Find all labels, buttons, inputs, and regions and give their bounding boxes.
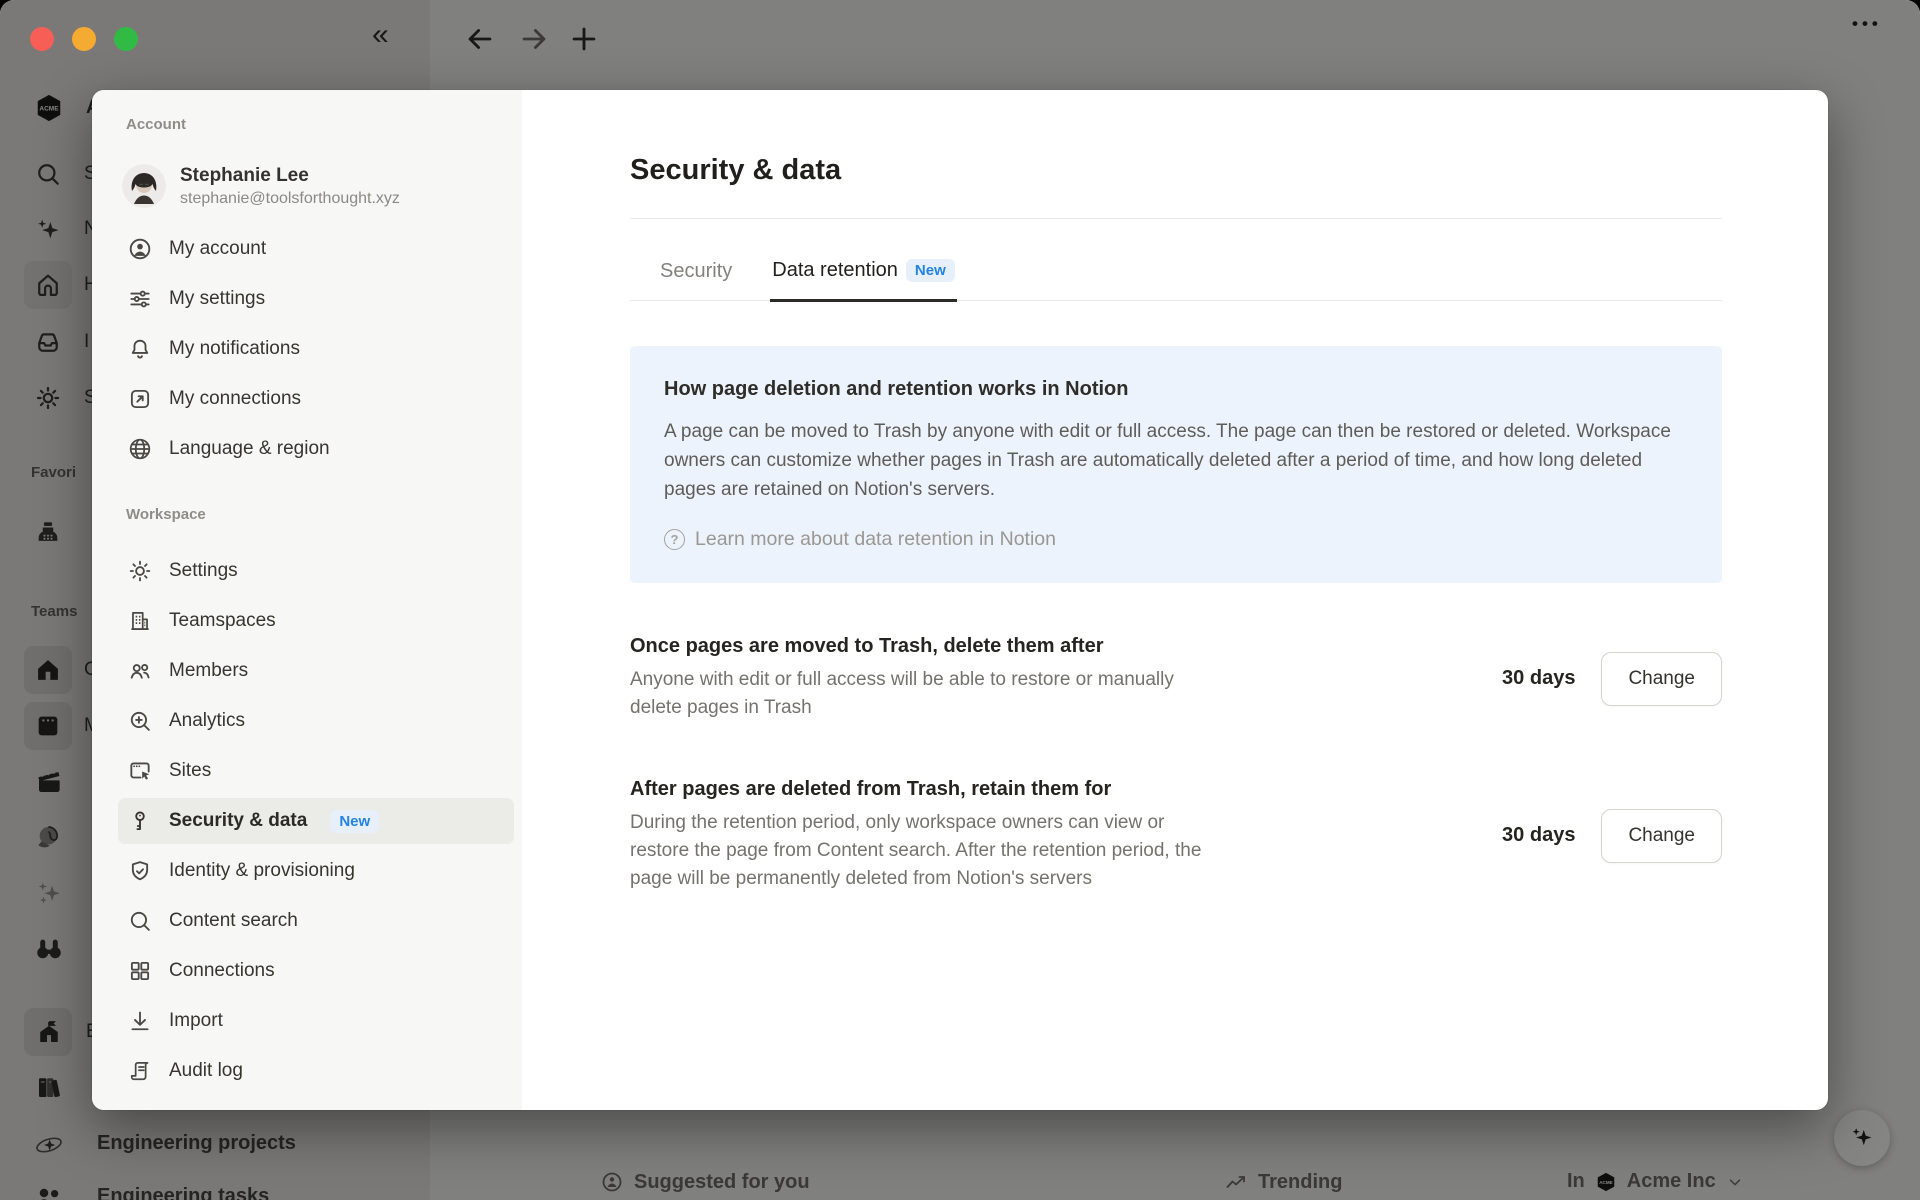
globe-icon bbox=[126, 435, 154, 463]
sidebar-item-teamspaces[interactable]: Teamspaces bbox=[118, 598, 514, 644]
sidebar-item-sites[interactable]: Sites bbox=[118, 748, 514, 794]
close-window-button[interactable] bbox=[30, 27, 54, 51]
settings-sidebar: Account Stephanie Lee stephanie@toolsfor… bbox=[92, 90, 522, 1110]
download-arrow-icon bbox=[126, 1007, 154, 1035]
tab-bar: Security Data retention New bbox=[630, 219, 1722, 301]
change-button[interactable]: Change bbox=[1601, 809, 1722, 863]
trash-deletion-setting: Once pages are moved to Trash, delete th… bbox=[630, 635, 1722, 722]
workspace-section-label: Workspace bbox=[118, 506, 514, 530]
avatar bbox=[122, 164, 166, 208]
bell-icon bbox=[126, 335, 154, 363]
new-badge: New bbox=[906, 259, 955, 282]
setting-value: 30 days bbox=[1502, 667, 1575, 690]
setting-title: Once pages are moved to Trash, delete th… bbox=[630, 635, 1482, 658]
sliders-icon bbox=[126, 285, 154, 313]
settings-content: Security & data Security Data retention … bbox=[522, 90, 1828, 1110]
sidebar-item-analytics[interactable]: Analytics bbox=[118, 698, 514, 744]
sidebar-item-settings[interactable]: Settings bbox=[118, 548, 514, 594]
page-title: Security & data bbox=[630, 150, 1722, 190]
person-circle-icon bbox=[126, 235, 154, 263]
sidebar-item-my-account[interactable]: My account bbox=[118, 226, 514, 272]
sidebar-item-my-connections[interactable]: My connections bbox=[118, 376, 514, 422]
zoom-window-button[interactable] bbox=[114, 27, 138, 51]
sidebar-item-members[interactable]: Members bbox=[118, 648, 514, 694]
browser-cursor-icon bbox=[126, 757, 154, 785]
new-badge: New bbox=[330, 810, 379, 833]
sidebar-item-import[interactable]: Import bbox=[118, 998, 514, 1044]
grid-icon bbox=[126, 957, 154, 985]
key-icon bbox=[126, 807, 154, 835]
people-icon bbox=[126, 657, 154, 685]
notion-window: « ••• ACME A S N bbox=[0, 0, 1920, 1200]
sidebar-item-identity-provisioning[interactable]: Identity & provisioning bbox=[118, 848, 514, 894]
sidebar-item-security-data[interactable]: Security & data New bbox=[118, 798, 514, 844]
tab-security[interactable]: Security bbox=[658, 219, 734, 300]
gear-icon bbox=[126, 557, 154, 585]
user-email: stephanie@toolsforthought.xyz bbox=[180, 188, 400, 209]
info-box-title: How page deletion and retention works in… bbox=[664, 378, 1688, 401]
setting-value: 30 days bbox=[1502, 824, 1575, 847]
user-name: Stephanie Lee bbox=[180, 163, 400, 188]
settings-dialog: Account Stephanie Lee stephanie@toolsfor… bbox=[92, 90, 1828, 1110]
tab-data-retention[interactable]: Data retention New bbox=[770, 219, 956, 302]
change-button[interactable]: Change bbox=[1601, 652, 1722, 706]
account-section-label: Account bbox=[118, 116, 514, 140]
learn-more-link[interactable]: ? Learn more about data retention in Not… bbox=[664, 528, 1688, 551]
setting-description: During the retention period, only worksp… bbox=[630, 809, 1205, 893]
sidebar-item-audit-log[interactable]: Audit log bbox=[118, 1048, 514, 1094]
account-user-row[interactable]: Stephanie Lee stephanie@toolsforthought.… bbox=[118, 156, 514, 216]
retention-period-setting: After pages are deleted from Trash, reta… bbox=[630, 778, 1722, 893]
window-controls bbox=[30, 27, 138, 51]
sidebar-item-my-settings[interactable]: My settings bbox=[118, 276, 514, 322]
help-icon: ? bbox=[664, 529, 685, 550]
sidebar-item-my-notifications[interactable]: My notifications bbox=[118, 326, 514, 372]
sidebar-item-content-search[interactable]: Content search bbox=[118, 898, 514, 944]
info-box-body: A page can be moved to Trash by anyone w… bbox=[664, 417, 1688, 504]
sidebar-item-language-region[interactable]: Language & region bbox=[118, 426, 514, 472]
shield-check-icon bbox=[126, 857, 154, 885]
scroll-icon bbox=[126, 1057, 154, 1085]
sidebar-item-connections[interactable]: Connections bbox=[118, 948, 514, 994]
setting-title: After pages are deleted from Trash, reta… bbox=[630, 778, 1482, 801]
building-icon bbox=[126, 607, 154, 635]
retention-info-box: How page deletion and retention works in… bbox=[630, 346, 1722, 583]
magnifier-plus-icon bbox=[126, 707, 154, 735]
arrow-up-right-square-icon bbox=[126, 385, 154, 413]
minimize-window-button[interactable] bbox=[72, 27, 96, 51]
setting-description: Anyone with edit or full access will be … bbox=[630, 666, 1205, 722]
search-icon bbox=[126, 907, 154, 935]
